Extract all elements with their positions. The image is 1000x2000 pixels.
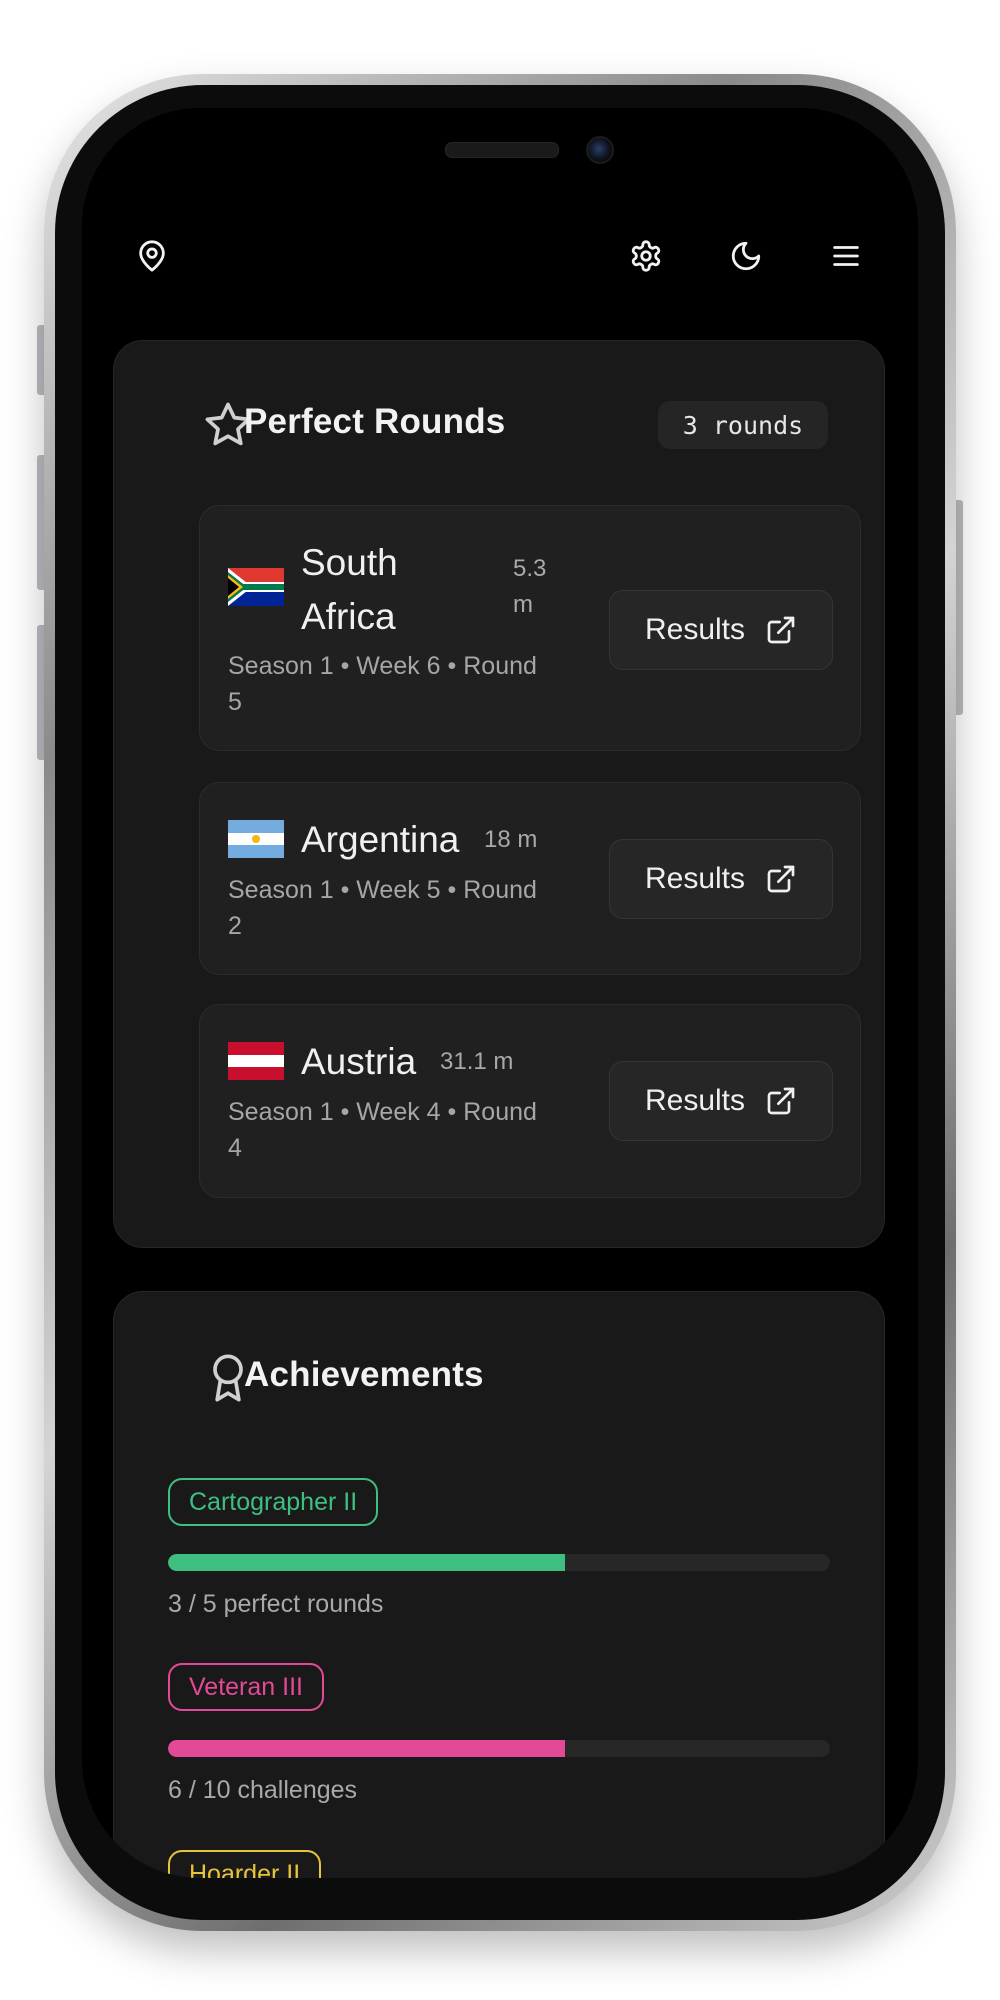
screen: Perfect Rounds 3 rounds South Africa 5.3…: [82, 108, 918, 1878]
results-button-label: Results: [644, 613, 746, 646]
round-card-austria: Austria 31.1 m Season 1 • Week 4 • Round…: [199, 1004, 861, 1198]
menu-icon[interactable]: [826, 236, 866, 276]
external-link-icon: [767, 616, 795, 644]
south-africa-flag: [228, 568, 284, 606]
round-meta-line1: Season 1 • Week 6 • Round: [228, 652, 537, 680]
round-card-argentina: Argentina 18 m Season 1 • Week 5 • Round…: [199, 782, 861, 975]
country-name-line1: South: [301, 542, 398, 583]
results-button[interactable]: Results: [609, 590, 833, 670]
results-button-label: Results: [644, 862, 746, 895]
map-pin-icon[interactable]: [132, 236, 172, 276]
distance: 31.1 m: [440, 1048, 514, 1075]
achievements-title: Achievements: [244, 1355, 484, 1394]
achievement-caption: 6 / 10 challenges: [168, 1776, 358, 1804]
round-meta-line2: 2: [228, 912, 242, 940]
distance: 18 m: [484, 826, 538, 853]
distance-line1: 5.3: [513, 555, 547, 582]
results-button-label: Results: [644, 1084, 746, 1117]
achievement-badge-hoarder: Hoarder II: [168, 1850, 322, 1879]
achievement-name: Hoarder II: [189, 1859, 301, 1879]
achievement-progress-bar: [168, 1740, 830, 1757]
earpiece-speaker: [445, 142, 559, 158]
distance-line2: m: [513, 591, 533, 618]
achievement-name: Veteran III: [189, 1672, 303, 1701]
results-button[interactable]: Results: [609, 839, 833, 919]
progress-fill: [168, 1554, 566, 1571]
round-meta-line2: 5: [228, 688, 242, 716]
round-card-south-africa: South Africa 5.3 m Season 1 • Week 6 • R…: [199, 505, 861, 751]
country-name-line2: Africa: [301, 596, 396, 637]
perfect-rounds-title: Perfect Rounds: [244, 402, 506, 441]
progress-fill: [168, 1740, 566, 1757]
achievement-badge-cartographer: Cartographer II: [168, 1478, 379, 1526]
achievement-caption: 3 / 5 perfect rounds: [168, 1590, 384, 1618]
country-name: Austria: [301, 1041, 417, 1082]
achievement-badge-veteran: Veteran III: [168, 1663, 324, 1711]
front-camera: [586, 136, 614, 164]
country-name: Argentina: [301, 819, 460, 860]
round-meta-line1: Season 1 • Week 5 • Round: [228, 876, 537, 904]
achievement-name: Cartographer II: [189, 1487, 358, 1516]
results-button[interactable]: Results: [609, 1061, 833, 1141]
argentina-flag: [228, 820, 284, 858]
austria-flag: [228, 1042, 284, 1080]
external-link-icon: [767, 1087, 795, 1115]
round-meta-line2: 4: [228, 1134, 242, 1162]
rounds-count-badge: 3 rounds: [658, 401, 828, 449]
gear-icon[interactable]: [626, 236, 666, 276]
external-link-icon: [767, 865, 795, 893]
moon-icon[interactable]: [726, 236, 766, 276]
round-meta-line1: Season 1 • Week 4 • Round: [228, 1098, 537, 1126]
achievement-progress-bar: [168, 1554, 830, 1571]
